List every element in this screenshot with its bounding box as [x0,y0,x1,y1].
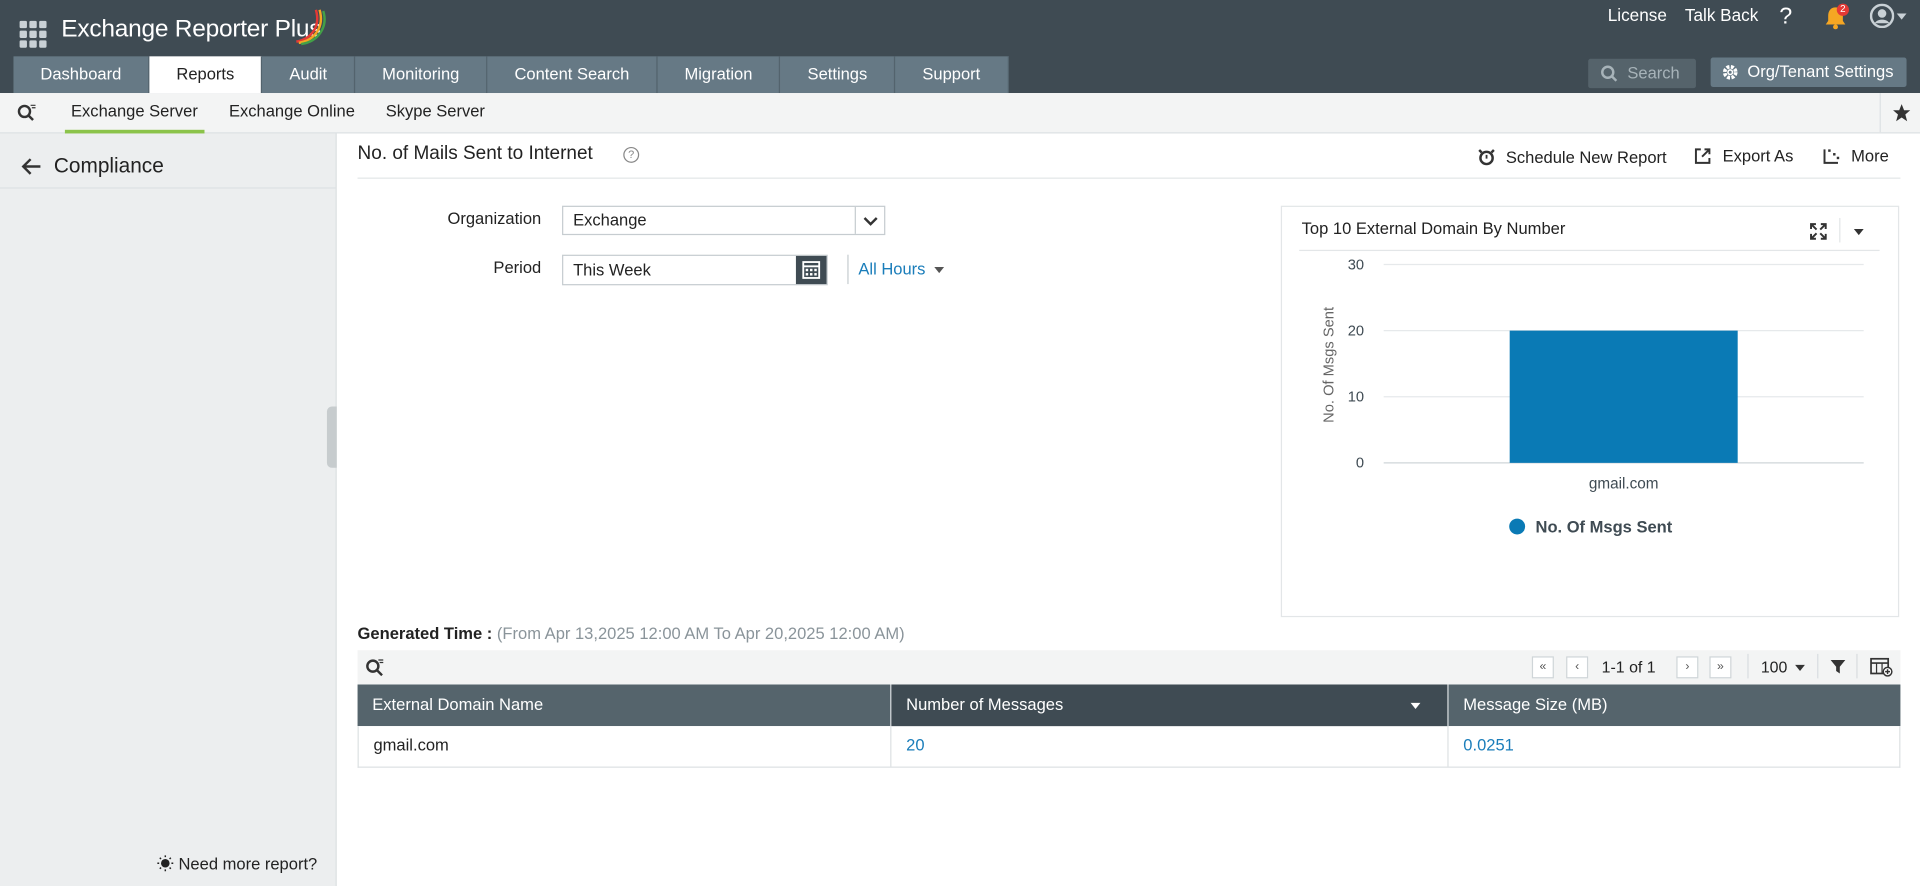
help-question-icon[interactable]: ? [623,146,640,163]
cell-domain: gmail.com [359,726,892,767]
schedule-new-report-label: Schedule New Report [1505,148,1667,167]
tab-migration[interactable]: Migration [657,56,781,94]
first-page-button[interactable]: « [1531,656,1554,679]
org-tenant-settings-label: Org/Tenant Settings [1747,62,1894,81]
bar [1509,330,1738,463]
report-table: External Domain Name Number of Messages … [357,684,1901,768]
title-divider [357,177,1901,179]
gear-icon [1722,64,1738,80]
pagination-info: 1-1 of 1 [1601,657,1656,676]
toolbar-divider [1817,653,1819,679]
tab-support[interactable]: Support [895,56,1009,94]
cell-size-link[interactable]: 0.0251 [1449,726,1900,766]
generated-time-value: (From Apr 13,2025 12:00 AM To Apr 20,202… [496,624,905,643]
sidebar [0,133,337,886]
organization-value: Exchange [573,210,647,229]
user-avatar-icon[interactable] [1869,3,1895,29]
tab-dashboard[interactable]: Dashboard [13,56,150,94]
global-search-input[interactable]: Search [1588,58,1696,89]
calendar-icon[interactable] [795,255,827,285]
all-hours-chevron-icon[interactable] [934,266,945,274]
column-header-size[interactable]: Message Size (MB) [1449,684,1901,726]
organization-label: Organization [447,209,542,228]
license-link[interactable]: License [1608,5,1667,25]
help-icon[interactable]: ? [1779,4,1792,31]
bar-chart: 0 10 20 30 No. Of Msgs Sent gmail.com No. Of M… [1321,257,1864,537]
cell-messages-link[interactable]: 20 [891,726,1449,767]
tab-monitoring[interactable]: Monitoring [355,56,488,94]
generated-time-label: Generated Time : [357,624,493,643]
y-axis-label: No. Of Msgs Sent [1321,307,1337,423]
legend-label: No. Of Msgs Sent [1536,518,1673,537]
toolbar-divider [1747,653,1749,679]
sort-desc-icon[interactable] [1410,702,1421,709]
tab-reports[interactable]: Reports [149,56,263,94]
main-tabs: Dashboard Reports Audit Monitoring Conte… [13,56,1009,94]
user-menu-chevron-icon[interactable] [1896,13,1907,20]
org-tenant-settings-button[interactable]: Org/Tenant Settings [1710,57,1907,87]
y-tick-label: 10 [1348,390,1364,406]
tab-settings[interactable]: Settings [780,56,896,94]
table-header-row: External Domain Name Number of Messages … [357,684,1901,727]
alarm-clock-icon [1478,149,1495,166]
sidebar-section-title: Compliance [53,154,164,178]
legend-marker [1509,518,1526,535]
period-divider [847,254,849,285]
sidebar-divider [0,187,336,189]
search-placeholder: Search [1627,63,1680,83]
generated-time: Generated Time : (From Apr 13,2025 12:00… [358,624,905,642]
tab-content-search[interactable]: Content Search [487,56,658,94]
logo-swoosh-icon [296,9,326,46]
column-chooser-icon[interactable] [1870,657,1893,678]
organization-select[interactable]: Exchange [562,205,886,236]
export-as-button[interactable]: Export As [1693,147,1793,165]
period-value: This Week [573,260,651,280]
more-options-icon [1823,149,1840,164]
subtab-exchange-online[interactable]: Exchange Online [229,102,355,120]
page-size-select[interactable]: 100 [1761,658,1788,676]
app-title: Exchange Reporter Plus [61,15,322,43]
table-toolbar [357,650,1901,685]
table-row: gmail.com 20 0.0251 [357,726,1901,768]
export-as-label: Export As [1722,146,1794,166]
filter-icon[interactable] [1829,658,1846,675]
schedule-new-report-button[interactable]: Schedule New Report [1477,147,1667,167]
back-arrow-icon[interactable] [21,156,43,178]
app-grid-icon[interactable] [19,20,47,48]
y-tick-label: 30 [1348,257,1364,273]
x-tick-label: gmail.com [1589,476,1659,493]
last-page-button[interactable]: » [1709,656,1732,679]
favorite-button[interactable] [1879,93,1920,133]
prev-page-button[interactable]: ‹ [1566,656,1589,679]
period-label: Period [493,258,542,277]
column-header-messages-label: Number of Messages [906,695,1064,714]
page-size-chevron-icon[interactable] [1795,664,1805,672]
all-hours-dropdown[interactable]: All Hours [858,260,925,278]
subtab-skype-server[interactable]: Skype Server [386,102,485,120]
column-header-messages[interactable]: Number of Messages [891,684,1449,727]
next-page-button[interactable]: › [1676,656,1699,679]
y-tick-label: 20 [1348,324,1364,340]
more-label: More [1851,146,1889,166]
y-tick-label: 0 [1356,456,1364,472]
column-header-domain[interactable]: External Domain Name [358,684,892,727]
tab-audit[interactable]: Audit [262,56,356,94]
star-icon [1893,104,1911,122]
sidebar-collapse-handle[interactable] [326,406,337,468]
export-icon [1694,148,1711,164]
subtab-exchange-server[interactable]: Exchange Server [71,102,198,120]
more-button[interactable]: More [1822,147,1889,165]
report-search-icon[interactable] [16,102,38,124]
report-title: No. of Mails Sent to Internet [357,143,593,165]
lightbulb-icon [157,855,174,872]
toolbar-divider [1856,653,1858,679]
notification-badge: 2 [1836,3,1849,16]
need-more-report-link[interactable]: Need more report? [157,854,318,874]
chevron-down-icon[interactable] [854,206,884,234]
table-search-icon[interactable] [365,658,385,678]
need-more-report-label: Need more report? [178,854,318,874]
search-icon [1601,65,1618,82]
talk-back-link[interactable]: Talk Back [1685,5,1758,25]
period-select[interactable]: This Week [562,254,828,286]
